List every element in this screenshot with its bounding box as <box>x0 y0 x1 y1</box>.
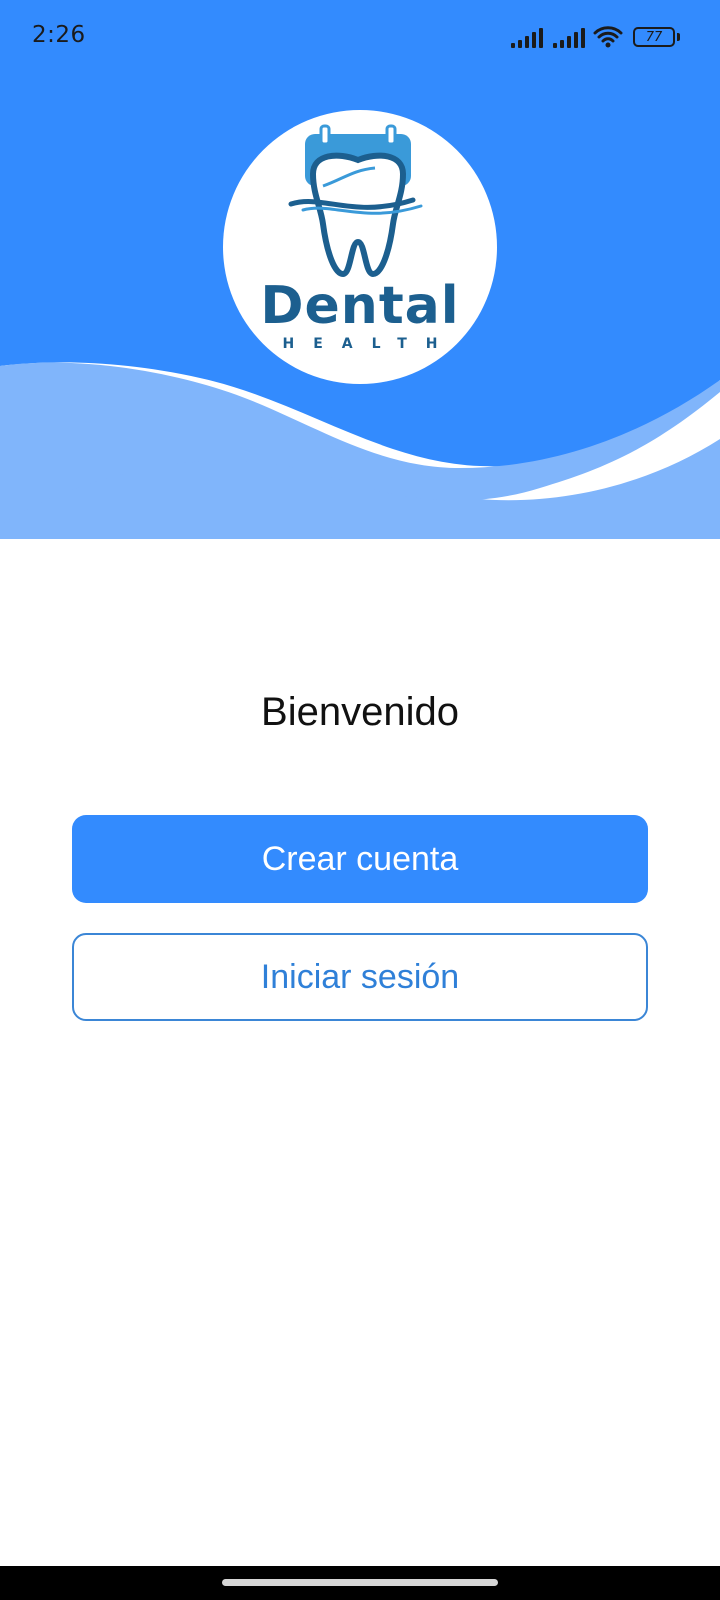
logo-subtitle: HEALTH <box>282 336 457 352</box>
home-indicator[interactable] <box>222 1579 498 1586</box>
signal-icon <box>511 28 543 48</box>
battery-tip <box>677 33 680 41</box>
signal-icon <box>553 28 585 48</box>
logo-wordmark: Dental <box>260 276 460 336</box>
wifi-icon <box>593 26 623 48</box>
login-button[interactable]: Iniciar sesión <box>72 933 648 1021</box>
battery-icon: 77 <box>633 27 675 47</box>
tooth-calendar-icon <box>288 124 423 278</box>
status-bar: 2:26 77 <box>0 0 720 74</box>
login-label: Iniciar sesión <box>260 957 460 996</box>
system-navigation-bar <box>0 1566 720 1600</box>
status-time: 2:26 <box>32 22 86 48</box>
battery-level: 77 <box>645 29 663 45</box>
welcome-title: Bienvenido <box>261 690 459 734</box>
welcome-screen: 2:26 77 Dental HEALTH Bienvenido Crear c… <box>0 0 720 1600</box>
create-account-button[interactable]: Crear cuenta <box>72 815 648 903</box>
status-icons: 77 <box>509 22 680 52</box>
app-logo: Dental HEALTH <box>223 110 497 384</box>
create-account-label: Crear cuenta <box>261 839 459 878</box>
